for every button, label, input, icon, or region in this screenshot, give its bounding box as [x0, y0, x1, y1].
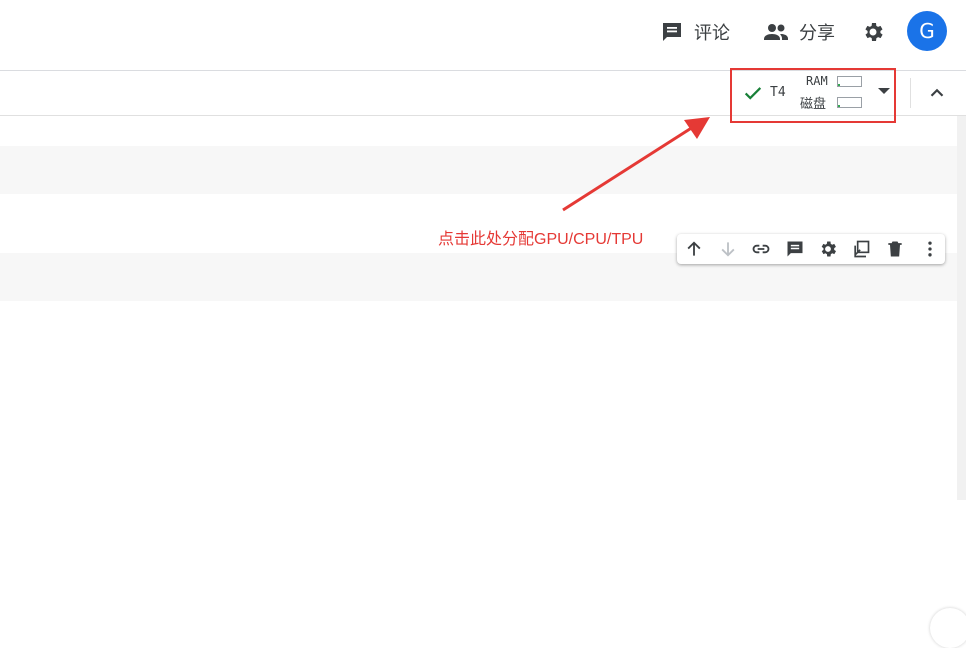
annotation-arrow: [562, 117, 710, 212]
floating-button[interactable]: [930, 608, 966, 648]
annotation-text: 点击此处分配GPU/CPU/TPU: [438, 231, 644, 248]
